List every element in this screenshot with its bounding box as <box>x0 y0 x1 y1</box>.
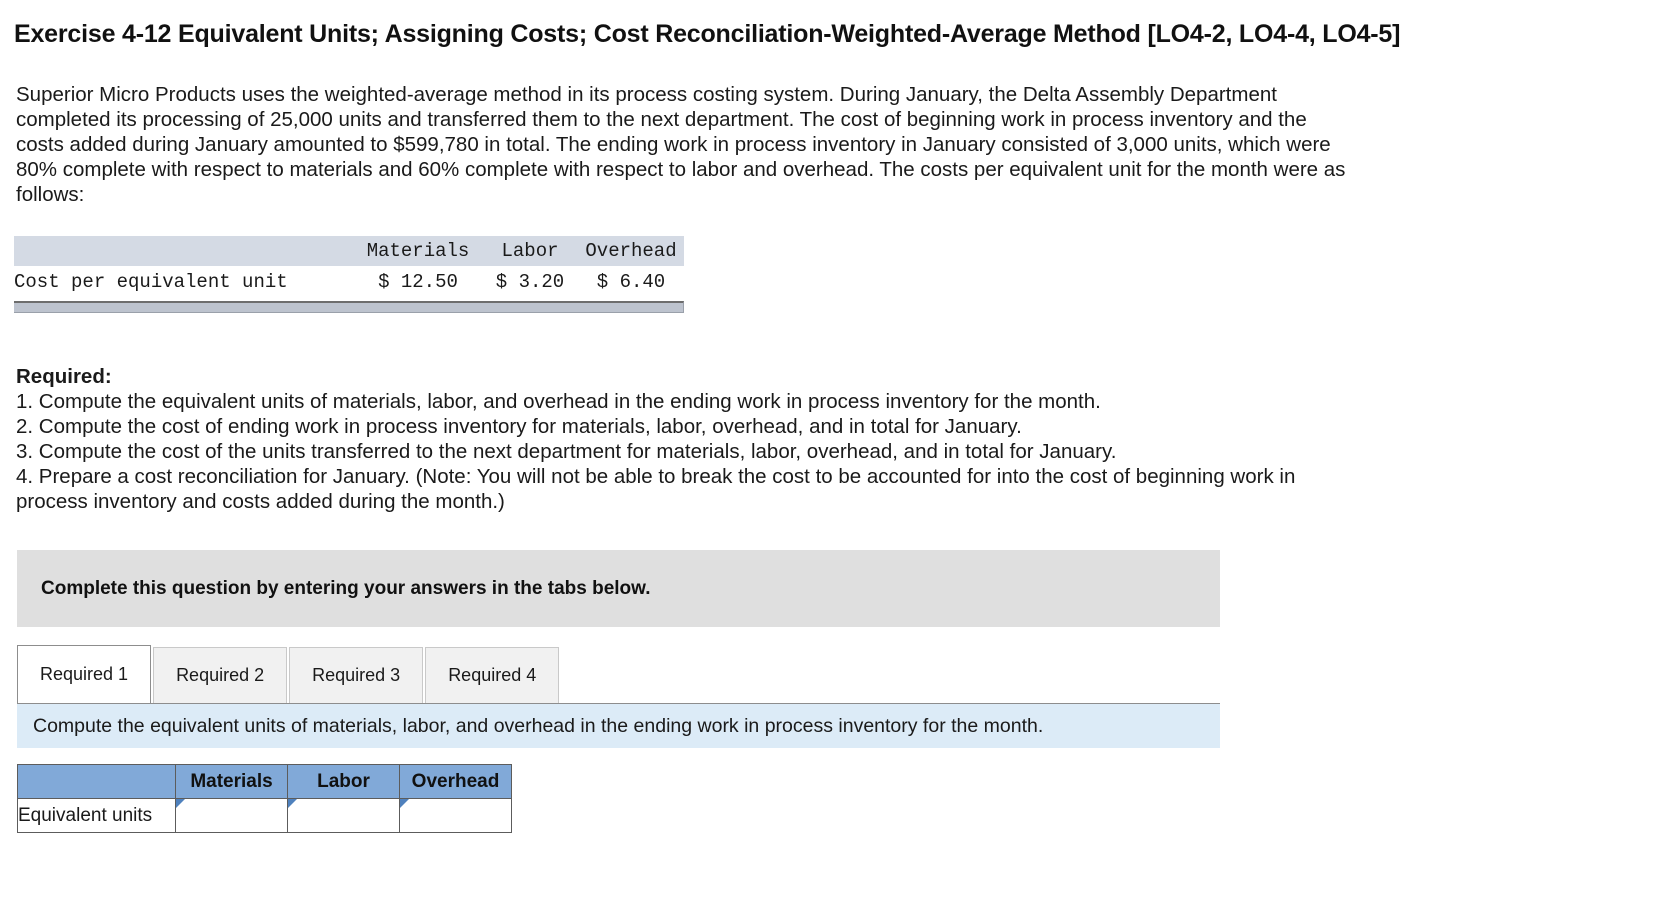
tab-required-3-label: Required 3 <box>312 665 401 685</box>
required-item-4: 4. Prepare a cost reconciliation for Jan… <box>16 465 1296 513</box>
cost-table: Materials Labor Overhead Cost per equiva… <box>14 236 684 297</box>
required-heading: Required: <box>16 365 112 388</box>
cost-row-label: Cost per equivalent unit <box>14 270 288 293</box>
tab-required-1[interactable]: Required 1 <box>17 645 152 703</box>
tab-row: Required 1 Required 2 Required 3 Require… <box>17 645 1220 703</box>
answer-header-labor: Labor <box>287 764 400 799</box>
required-item-3: 3. Compute the cost of the units transfe… <box>16 440 1117 463</box>
tab-required-2[interactable]: Required 2 <box>153 647 288 703</box>
tab-required-2-label: Required 2 <box>176 665 265 685</box>
required-item-1: 1. Compute the equivalent units of mater… <box>16 390 1101 413</box>
tab-instruction-bar: Compute the equivalent units of material… <box>17 704 1220 748</box>
answer-input-materials[interactable] <box>175 798 288 833</box>
answer-header-row: Materials Labor Overhead <box>17 764 512 799</box>
table-row: Cost per equivalent unit $ 12.50 $ 3.20 … <box>14 266 684 297</box>
answer-table-wrap: Materials Labor Overhead Equivalent unit… <box>17 764 1666 833</box>
tab-required-4[interactable]: Required 4 <box>425 647 560 703</box>
cost-row-overhead: $ 6.40 <box>596 270 666 293</box>
answer-input-overhead[interactable] <box>399 798 512 833</box>
problem-statement: Superior Micro Products uses the weighte… <box>16 83 1346 206</box>
cost-row-materials: $ 12.50 <box>378 270 458 293</box>
cell-comment-marker-icon <box>176 799 185 808</box>
tab-required-1-label: Required 1 <box>40 664 129 684</box>
cost-table-horizontal-scrollbar[interactable] <box>14 301 684 313</box>
cost-table-header-row: Materials Labor Overhead <box>14 236 684 266</box>
equivalent-units-answer-table: Materials Labor Overhead Equivalent unit… <box>17 764 512 833</box>
cell-comment-marker-icon <box>288 799 297 808</box>
required-tabs: Required 1 Required 2 Required 3 Require… <box>17 645 1220 704</box>
cost-table-header-blank <box>14 236 354 266</box>
tab-underline <box>17 703 1220 704</box>
cell-comment-marker-icon <box>400 799 409 808</box>
complete-question-banner: Complete this question by entering your … <box>17 550 1220 627</box>
answer-header-overhead: Overhead <box>399 764 512 799</box>
tab-required-4-label: Required 4 <box>448 665 537 685</box>
cost-table-header-overhead: Overhead <box>578 236 684 266</box>
tab-instruction-text: Compute the equivalent units of material… <box>33 714 1044 737</box>
page-title: Exercise 4-12 Equivalent Units; Assignin… <box>14 20 1401 48</box>
answer-input-labor[interactable] <box>287 798 400 833</box>
tab-required-3[interactable]: Required 3 <box>289 647 424 703</box>
cost-per-equivalent-unit-table: Materials Labor Overhead Cost per equiva… <box>14 236 684 297</box>
cost-table-header-labor: Labor <box>482 236 578 266</box>
answer-header-blank <box>17 764 176 799</box>
complete-question-text: Complete this question by entering your … <box>41 577 651 599</box>
answer-header-materials: Materials <box>175 764 288 799</box>
required-section: Required: 1. Compute the equivalent unit… <box>0 313 1356 514</box>
cost-row-labor: $ 3.20 <box>495 270 565 293</box>
required-item-2: 2. Compute the cost of ending work in pr… <box>16 415 1022 438</box>
answer-row-label: Equivalent units <box>17 798 176 833</box>
table-row: Equivalent units <box>17 798 512 833</box>
cost-table-header-materials: Materials <box>354 236 482 266</box>
